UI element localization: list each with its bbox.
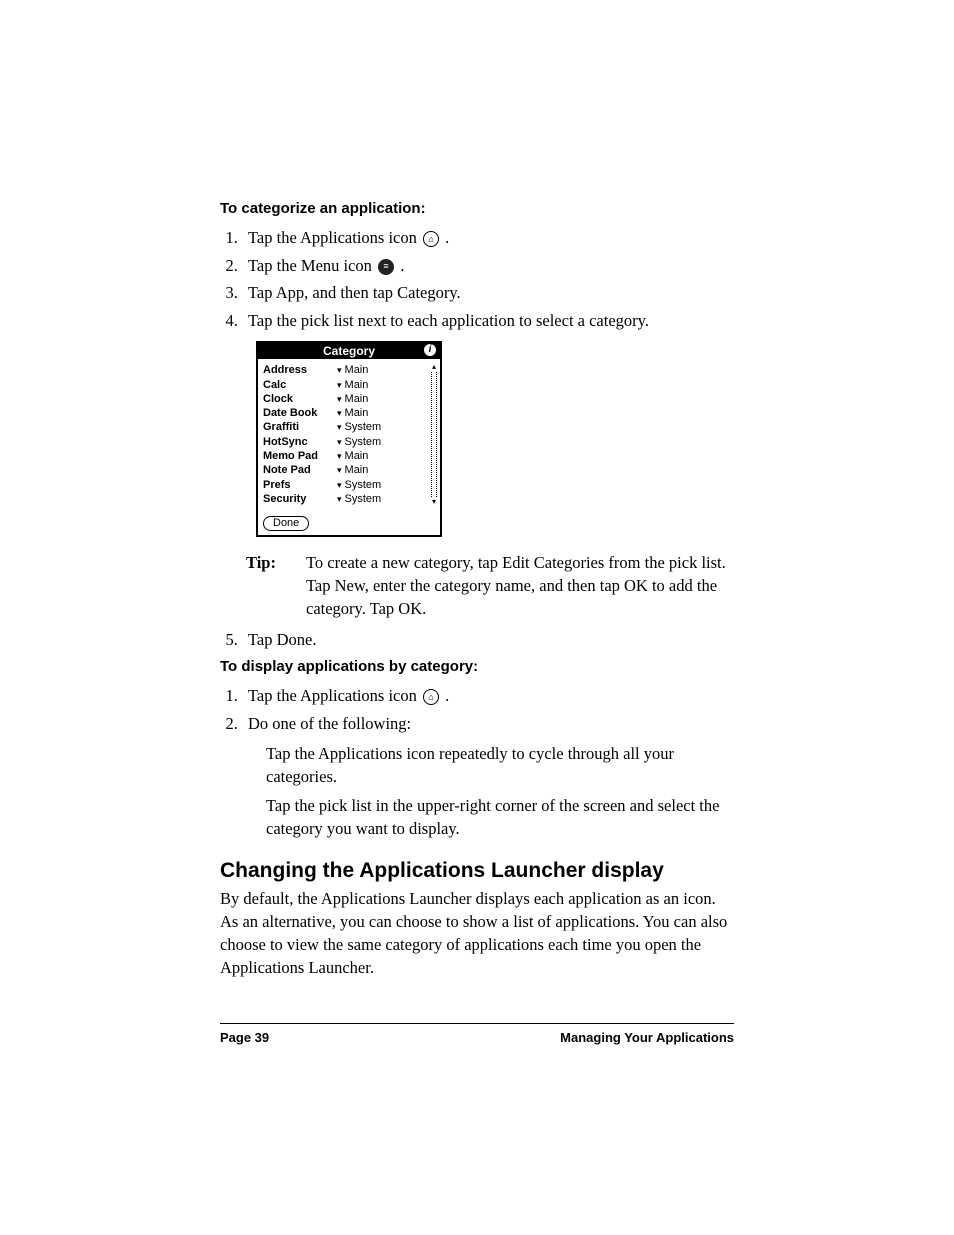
sub-instruction: Tap the Applications icon repeatedly to … bbox=[266, 742, 734, 788]
page-footer: Page 39 Managing Your Applications bbox=[220, 1023, 734, 1045]
app-name: HotSync bbox=[263, 435, 337, 449]
list-item: Tap App, and then tap Category. bbox=[242, 280, 734, 306]
page-number: Page 39 bbox=[220, 1030, 269, 1045]
app-name: Prefs bbox=[263, 478, 337, 492]
info-icon: i bbox=[424, 344, 436, 356]
scrollbar[interactable]: ▴ ▾ bbox=[430, 363, 438, 506]
done-button[interactable]: Done bbox=[263, 516, 309, 531]
heading-display-by-category: To display applications by category: bbox=[220, 658, 734, 675]
category-picklist[interactable]: System bbox=[337, 435, 430, 449]
category-picklist[interactable]: System bbox=[337, 492, 430, 506]
steps-categorize: Tap the Applications icon ⌂ . Tap the Me… bbox=[220, 225, 734, 333]
app-name: Security bbox=[263, 492, 337, 506]
app-name: Graffiti bbox=[263, 420, 337, 434]
steps-display: Tap the Applications icon ⌂ . Do one of … bbox=[220, 683, 734, 736]
category-picklist[interactable]: System bbox=[337, 420, 430, 434]
category-picklist-column: Main Main Main Main System System Main M… bbox=[337, 363, 430, 506]
category-picklist[interactable]: Main bbox=[337, 406, 430, 420]
step-text: Tap the Menu icon bbox=[248, 256, 376, 275]
list-item: Tap the Menu icon ≡ . bbox=[242, 253, 734, 279]
list-item: Tap the pick list next to each applicati… bbox=[242, 308, 734, 334]
app-name: Calc bbox=[263, 378, 337, 392]
screenshot-titlebar: Category i bbox=[258, 343, 440, 359]
category-picklist[interactable]: Main bbox=[337, 392, 430, 406]
heading-categorize: To categorize an application: bbox=[220, 200, 734, 217]
sub-instruction: Tap the pick list in the upper-right cor… bbox=[266, 794, 734, 840]
scroll-track[interactable] bbox=[431, 372, 437, 497]
category-picklist[interactable]: Main bbox=[337, 363, 430, 377]
menu-icon: ≡ bbox=[378, 259, 394, 275]
screenshot-title: Category bbox=[323, 344, 375, 358]
category-screenshot: Category i Address Calc Clock Date Book … bbox=[256, 341, 442, 537]
applications-icon: ⌂ bbox=[423, 231, 439, 247]
step-text: Tap the Applications icon bbox=[248, 686, 421, 705]
step-text-tail: . bbox=[400, 256, 404, 275]
category-picklist[interactable]: System bbox=[337, 478, 430, 492]
app-name: Memo Pad bbox=[263, 449, 337, 463]
app-name-column: Address Calc Clock Date Book Graffiti Ho… bbox=[263, 363, 337, 506]
tip-label: Tip: bbox=[246, 551, 306, 620]
step-text: Tap the Applications icon bbox=[248, 228, 421, 247]
list-item: Do one of the following: bbox=[242, 711, 734, 737]
scroll-down-icon[interactable]: ▾ bbox=[432, 498, 436, 506]
list-item: Tap Done. bbox=[242, 627, 734, 653]
chapter-title: Managing Your Applications bbox=[560, 1030, 734, 1045]
category-picklist[interactable]: Main bbox=[337, 378, 430, 392]
step-text-tail: . bbox=[445, 686, 449, 705]
applications-icon: ⌂ bbox=[423, 689, 439, 705]
app-name: Note Pad bbox=[263, 463, 337, 477]
app-name: Address bbox=[263, 363, 337, 377]
scroll-up-icon[interactable]: ▴ bbox=[432, 363, 436, 371]
step-text-tail: . bbox=[445, 228, 449, 247]
app-name: Date Book bbox=[263, 406, 337, 420]
steps-categorize-cont: Tap Done. bbox=[220, 627, 734, 653]
section-heading: Changing the Applications Launcher displ… bbox=[220, 859, 734, 883]
app-name: Clock bbox=[263, 392, 337, 406]
category-picklist[interactable]: Main bbox=[337, 449, 430, 463]
tip-block: Tip: To create a new category, tap Edit … bbox=[246, 551, 734, 620]
tip-text: To create a new category, tap Edit Categ… bbox=[306, 551, 734, 620]
list-item: Tap the Applications icon ⌂ . bbox=[242, 225, 734, 251]
list-item: Tap the Applications icon ⌂ . bbox=[242, 683, 734, 709]
category-picklist[interactable]: Main bbox=[337, 463, 430, 477]
body-paragraph: By default, the Applications Launcher di… bbox=[220, 887, 734, 979]
